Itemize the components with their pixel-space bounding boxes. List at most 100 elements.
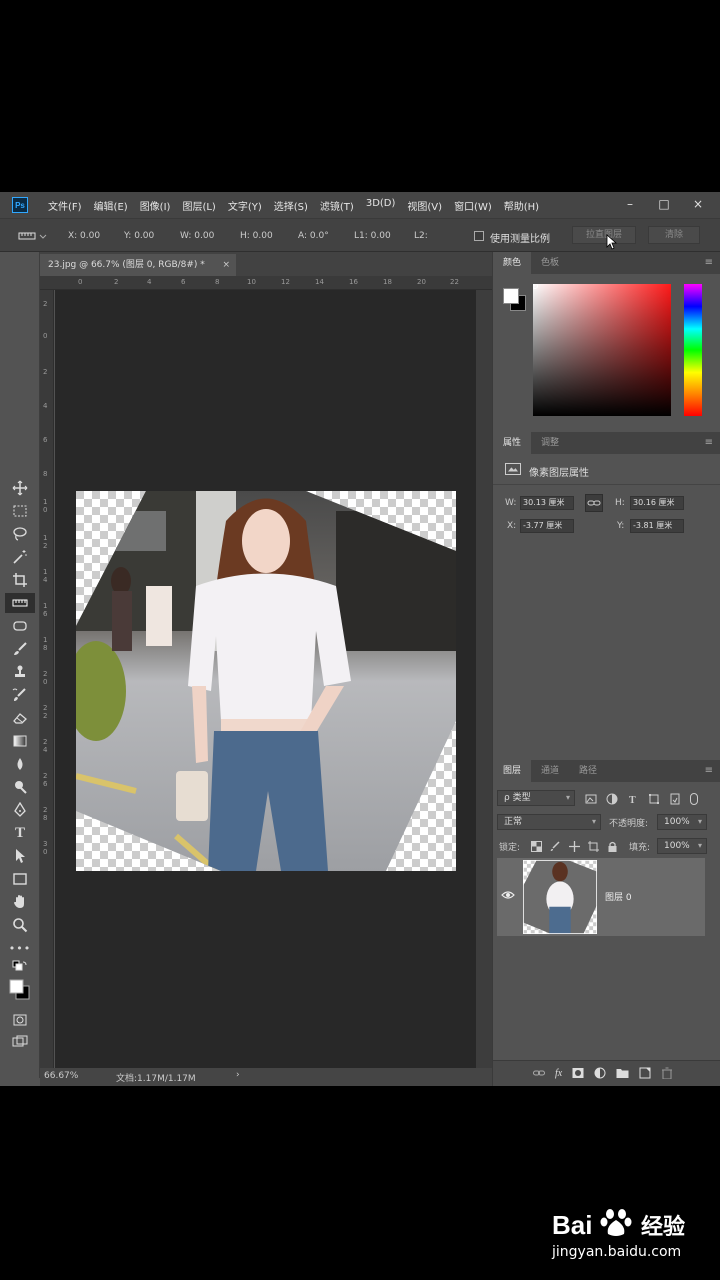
layer-name[interactable]: 图层 0 [605, 890, 632, 903]
eraser-tool-icon[interactable] [9, 708, 31, 728]
move-tool-icon[interactable] [9, 478, 31, 498]
layer-filter-value: ρ 类型 [504, 793, 531, 803]
color-panel-tabs: 颜色 色板 ≡ [493, 252, 720, 274]
minimize-button[interactable]: – [618, 194, 642, 214]
foreground-background-color-icon[interactable] [9, 976, 31, 1004]
hand-tool-icon[interactable] [9, 892, 31, 912]
menu-3d[interactable]: 3D(D) [360, 198, 402, 213]
pen-tool-icon[interactable] [9, 800, 31, 820]
color-picker-field[interactable] [533, 284, 671, 416]
menu-help[interactable]: 帮助(H) [498, 198, 545, 213]
vertical-scrollbar[interactable] [476, 290, 492, 1068]
adjustment-icon[interactable] [594, 1067, 606, 1079]
tab-properties[interactable]: 属性 [493, 432, 532, 454]
new-layer-icon[interactable] [639, 1067, 651, 1079]
mask-icon[interactable] [572, 1067, 584, 1079]
tab-color[interactable]: 颜色 [493, 252, 532, 274]
path-selection-tool-icon[interactable] [9, 846, 31, 866]
crop-tool-icon[interactable] [9, 570, 31, 590]
default-colors-icon[interactable] [9, 958, 31, 978]
tab-layers[interactable]: 图层 [493, 760, 532, 782]
clear-button[interactable]: 清除 [648, 226, 700, 244]
gradient-tool-icon[interactable] [9, 731, 31, 751]
zoom-level[interactable]: 66.67% [44, 1071, 78, 1081]
width-field[interactable]: 30.13 厘米 [520, 496, 574, 510]
link-icon[interactable] [533, 1067, 545, 1079]
color-panel-menu-icon[interactable]: ≡ [705, 257, 713, 268]
type-tool-icon[interactable]: T [9, 823, 31, 843]
height-field[interactable]: 30.16 厘米 [630, 496, 684, 510]
magic-wand-tool-icon[interactable] [9, 547, 31, 567]
more-tools-icon[interactable]: ••• [9, 938, 31, 958]
history-brush-icon[interactable] [9, 685, 31, 705]
foreground-color-swatch-front[interactable] [503, 288, 519, 304]
lock-transparent-icon[interactable] [531, 840, 542, 852]
lock-artboard-icon[interactable] [588, 840, 599, 852]
link-dimensions-icon[interactable] [585, 494, 603, 512]
filter-adjustment-icon[interactable] [606, 793, 618, 805]
document-tab-close-icon[interactable]: × [222, 254, 230, 276]
tab-swatches[interactable]: 色板 [531, 252, 569, 274]
status-menu-arrow-icon[interactable]: › [236, 1070, 240, 1080]
menu-edit[interactable]: 编辑(E) [88, 198, 134, 213]
layer-filter-dropdown[interactable]: ρ 类型 ▾ [497, 790, 575, 806]
fill-field[interactable]: 100% ▾ [657, 838, 707, 854]
filter-type-icon[interactable]: T [627, 793, 639, 805]
chevron-down-icon: ▾ [591, 817, 596, 826]
folder-icon[interactable] [616, 1067, 629, 1079]
dodge-tool-icon[interactable] [9, 777, 31, 797]
filter-shape-icon[interactable] [648, 793, 660, 805]
use-measurement-scale-checkbox[interactable] [474, 231, 484, 241]
ruler-h-label: 14 [315, 278, 324, 286]
zoom-tool-icon[interactable] [9, 915, 31, 935]
tab-adjustments[interactable]: 调整 [531, 432, 569, 454]
straighten-layer-button[interactable]: 拉直图层 [572, 226, 636, 244]
marquee-tool-icon[interactable] [9, 501, 31, 521]
layer-row[interactable]: 图层 0 [497, 858, 705, 936]
menu-image[interactable]: 图像(I) [134, 198, 177, 213]
lock-position-icon[interactable] [569, 840, 580, 852]
lock-pixels-icon[interactable] [550, 840, 561, 852]
menu-type[interactable]: 文字(Y) [222, 198, 268, 213]
x-position-field[interactable]: -3.77 厘米 [520, 519, 574, 533]
layers-panel-menu-icon[interactable]: ≡ [705, 765, 713, 776]
lasso-tool-icon[interactable] [9, 524, 31, 544]
menu-select[interactable]: 选择(S) [268, 198, 314, 213]
lock-all-icon[interactable] [607, 841, 618, 852]
brush-tool-icon[interactable] [9, 639, 31, 659]
menu-window[interactable]: 窗口(W) [448, 198, 498, 213]
document-tab[interactable]: 23.jpg @ 66.7% (图层 0, RGB/8#) * × [40, 254, 236, 276]
y-position-field[interactable]: -3.81 厘米 [630, 519, 684, 533]
tab-channels[interactable]: 通道 [531, 760, 569, 782]
properties-panel-menu-icon[interactable]: ≡ [705, 437, 713, 448]
layers-panel-tabs: 图层 通道 路径 ≡ [493, 760, 720, 782]
menu-filter[interactable]: 滤镜(T) [314, 198, 360, 213]
stamp-tool-icon[interactable] [9, 662, 31, 682]
ruler-v-label: 6 [43, 610, 48, 618]
filter-pixel-icon[interactable] [585, 793, 597, 805]
blend-mode-value: 正常 [504, 817, 523, 827]
maximize-button[interactable]: □ [652, 194, 676, 214]
filter-smart-object-icon[interactable] [669, 793, 681, 805]
fx-icon[interactable]: fx [555, 1068, 562, 1079]
ruler-tool-preset-icon[interactable] [18, 230, 47, 242]
ruler-v-label: 2 [43, 704, 48, 712]
filter-toggle-icon[interactable] [690, 793, 698, 805]
close-button[interactable]: × [686, 194, 710, 214]
menu-view[interactable]: 视图(V) [401, 198, 448, 213]
tab-paths[interactable]: 路径 [569, 760, 607, 782]
rectangle-tool-icon[interactable] [9, 869, 31, 889]
eye-icon[interactable] [501, 890, 515, 900]
ruler-tool-icon[interactable] [5, 593, 35, 613]
opacity-field[interactable]: 100% ▾ [657, 814, 707, 830]
document-image[interactable] [76, 491, 456, 871]
screen-mode-icon[interactable] [9, 1032, 31, 1052]
blur-tool-icon[interactable] [9, 754, 31, 774]
quick-mask-icon[interactable] [9, 1010, 31, 1030]
menu-layer[interactable]: 图层(L) [176, 198, 221, 213]
hue-slider[interactable] [684, 284, 702, 416]
trash-icon[interactable] [661, 1067, 673, 1079]
blend-mode-dropdown[interactable]: 正常 ▾ [497, 814, 601, 830]
menu-file[interactable]: 文件(F) [42, 198, 88, 213]
patch-tool-icon[interactable] [9, 616, 31, 636]
